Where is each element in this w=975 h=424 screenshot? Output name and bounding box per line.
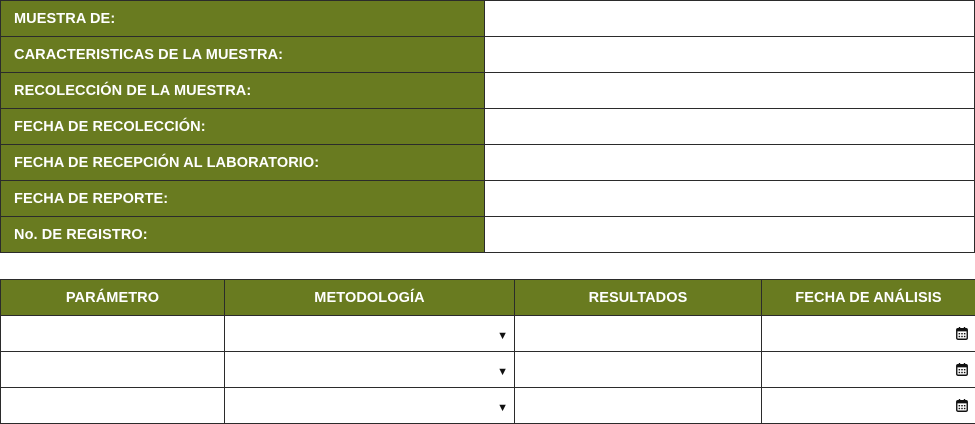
field-row-registro: No. DE REGISTRO: [1,217,975,253]
field-value-cell[interactable] [485,109,975,145]
table-row: ▼ [1,388,975,424]
column-header-metodologia: METODOLOGÍA [225,280,515,316]
sample-info-table: MUESTRA DE: CARACTERISTICAS DE LA MUESTR… [0,0,975,253]
field-label: FECHA DE REPORTE: [1,181,485,217]
metodologia-select[interactable]: ▼ [225,352,514,387]
dropdown-arrow-icon[interactable]: ▼ [497,330,508,342]
resultados-input[interactable] [515,316,761,351]
fecha-analisis-cell[interactable] [762,316,975,352]
column-header-resultados: RESULTADOS [515,280,762,316]
recoleccion-input[interactable] [485,73,974,108]
metodologia-cell[interactable]: ▼ [225,316,515,352]
metodologia-select[interactable]: ▼ [225,388,514,423]
field-value-cell[interactable] [485,217,975,253]
dropdown-arrow-icon[interactable]: ▼ [497,402,508,414]
registro-input[interactable] [485,217,974,252]
metodologia-cell[interactable]: ▼ [225,388,515,424]
field-row-caracteristicas: CARACTERISTICAS DE LA MUESTRA: [1,37,975,73]
table-row: ▼ [1,316,975,352]
metodologia-cell[interactable]: ▼ [225,352,515,388]
field-label: MUESTRA DE: [1,1,485,37]
fecha-analisis-date-input[interactable] [762,316,975,351]
fecha-analisis-cell[interactable] [762,352,975,388]
field-label: CARACTERISTICAS DE LA MUESTRA: [1,37,485,73]
parametro-cell[interactable] [1,388,225,424]
calendar-icon[interactable] [956,399,968,412]
field-row-fecha-recepcion: FECHA DE RECEPCIÓN AL LABORATORIO: [1,145,975,181]
fecha-analisis-date-input[interactable] [762,352,975,387]
resultados-cell[interactable] [515,352,762,388]
table-header-row: PARÁMETRO METODOLOGÍA RESULTADOS FECHA D… [1,280,975,316]
parametro-input[interactable] [1,388,224,423]
parametro-cell[interactable] [1,316,225,352]
field-row-recoleccion: RECOLECCIÓN DE LA MUESTRA: [1,73,975,109]
field-label: FECHA DE RECOLECCIÓN: [1,109,485,145]
field-value-cell[interactable] [485,37,975,73]
field-row-fecha-reporte: FECHA DE REPORTE: [1,181,975,217]
fecha-analisis-cell[interactable] [762,388,975,424]
field-row-fecha-recoleccion: FECHA DE RECOLECCIÓN: [1,109,975,145]
table-row: ▼ [1,352,975,388]
field-value-cell[interactable] [485,1,975,37]
parametro-input[interactable] [1,316,224,351]
metodologia-select[interactable]: ▼ [225,316,514,351]
field-value-cell[interactable] [485,181,975,217]
fecha-recoleccion-input[interactable] [485,109,974,144]
muestra-de-input[interactable] [485,1,974,36]
field-value-cell[interactable] [485,73,975,109]
caracteristicas-input[interactable] [485,37,974,72]
parametro-cell[interactable] [1,352,225,388]
dropdown-arrow-icon[interactable]: ▼ [497,366,508,378]
fecha-analisis-date-input[interactable] [762,388,975,423]
resultados-cell[interactable] [515,388,762,424]
column-header-parametro: PARÁMETRO [1,280,225,316]
parametro-input[interactable] [1,352,224,387]
resultados-cell[interactable] [515,316,762,352]
calendar-icon[interactable] [956,327,968,340]
column-header-fecha-analisis: FECHA DE ANÁLISIS [762,280,975,316]
parameters-table: PARÁMETRO METODOLOGÍA RESULTADOS FECHA D… [0,279,975,424]
fecha-reporte-input[interactable] [485,181,974,216]
fecha-recepcion-input[interactable] [485,145,974,180]
resultados-input[interactable] [515,388,761,423]
resultados-input[interactable] [515,352,761,387]
field-value-cell[interactable] [485,145,975,181]
field-label: RECOLECCIÓN DE LA MUESTRA: [1,73,485,109]
field-row-muestra: MUESTRA DE: [1,1,975,37]
field-label: FECHA DE RECEPCIÓN AL LABORATORIO: [1,145,485,181]
field-label: No. DE REGISTRO: [1,217,485,253]
calendar-icon[interactable] [956,363,968,376]
